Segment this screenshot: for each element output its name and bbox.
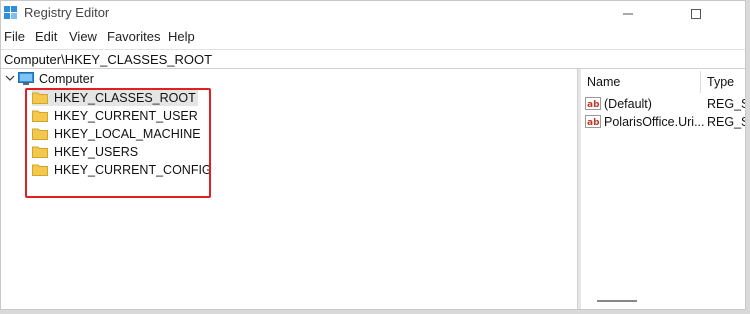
menu-edit[interactable]: Edit bbox=[35, 29, 57, 44]
tree-node-label: Computer bbox=[39, 71, 94, 86]
value-name: (Default) bbox=[604, 96, 652, 111]
menu-help[interactable]: Help bbox=[168, 29, 195, 44]
computer-icon bbox=[18, 72, 34, 85]
minimize-button[interactable] bbox=[605, 1, 651, 27]
maximize-button[interactable] bbox=[673, 1, 719, 27]
value-type: REG_SZ bbox=[707, 97, 745, 111]
svg-text:ab: ab bbox=[587, 118, 600, 128]
minimize-icon bbox=[623, 13, 633, 15]
tree-node-computer[interactable]: Computer bbox=[18, 70, 94, 87]
column-header-name[interactable]: Name bbox=[587, 75, 620, 89]
svg-text:ab: ab bbox=[587, 100, 600, 110]
address-bar[interactable]: Computer\HKEY_CLASSES_ROOT bbox=[1, 49, 745, 69]
annotation-highlight-box bbox=[25, 88, 211, 198]
value-name: PolarisOffice.Uri... bbox=[604, 114, 705, 129]
value-type: REG_SZ bbox=[707, 115, 745, 129]
string-value-icon: ab bbox=[585, 97, 601, 110]
menu-favorites[interactable]: Favorites bbox=[107, 29, 160, 44]
window-title: Registry Editor bbox=[24, 5, 110, 20]
string-value-icon: ab bbox=[585, 115, 601, 128]
value-row[interactable]: ab (Default) bbox=[585, 95, 652, 112]
column-separator[interactable] bbox=[700, 71, 701, 93]
chevron-down-icon[interactable] bbox=[5, 73, 15, 83]
menu-file[interactable]: File bbox=[4, 29, 25, 44]
registry-editor-window: Registry Editor File Edit View Favorites… bbox=[0, 0, 746, 310]
maximize-icon bbox=[691, 9, 701, 19]
column-header-type[interactable]: Type bbox=[707, 75, 734, 89]
menu-view[interactable]: View bbox=[69, 29, 97, 44]
registry-icon bbox=[4, 6, 17, 19]
address-path: Computer\HKEY_CLASSES_ROOT bbox=[4, 52, 213, 67]
title-bar: Registry Editor bbox=[1, 1, 745, 27]
value-row[interactable]: ab PolarisOffice.Uri... bbox=[585, 113, 705, 130]
values-pane: Name Type ab (Default) REG_SZ ab Polaris… bbox=[581, 69, 745, 309]
horizontal-scrollbar-thumb[interactable] bbox=[597, 300, 637, 302]
menu-bar: File Edit View Favorites Help bbox=[1, 29, 745, 47]
